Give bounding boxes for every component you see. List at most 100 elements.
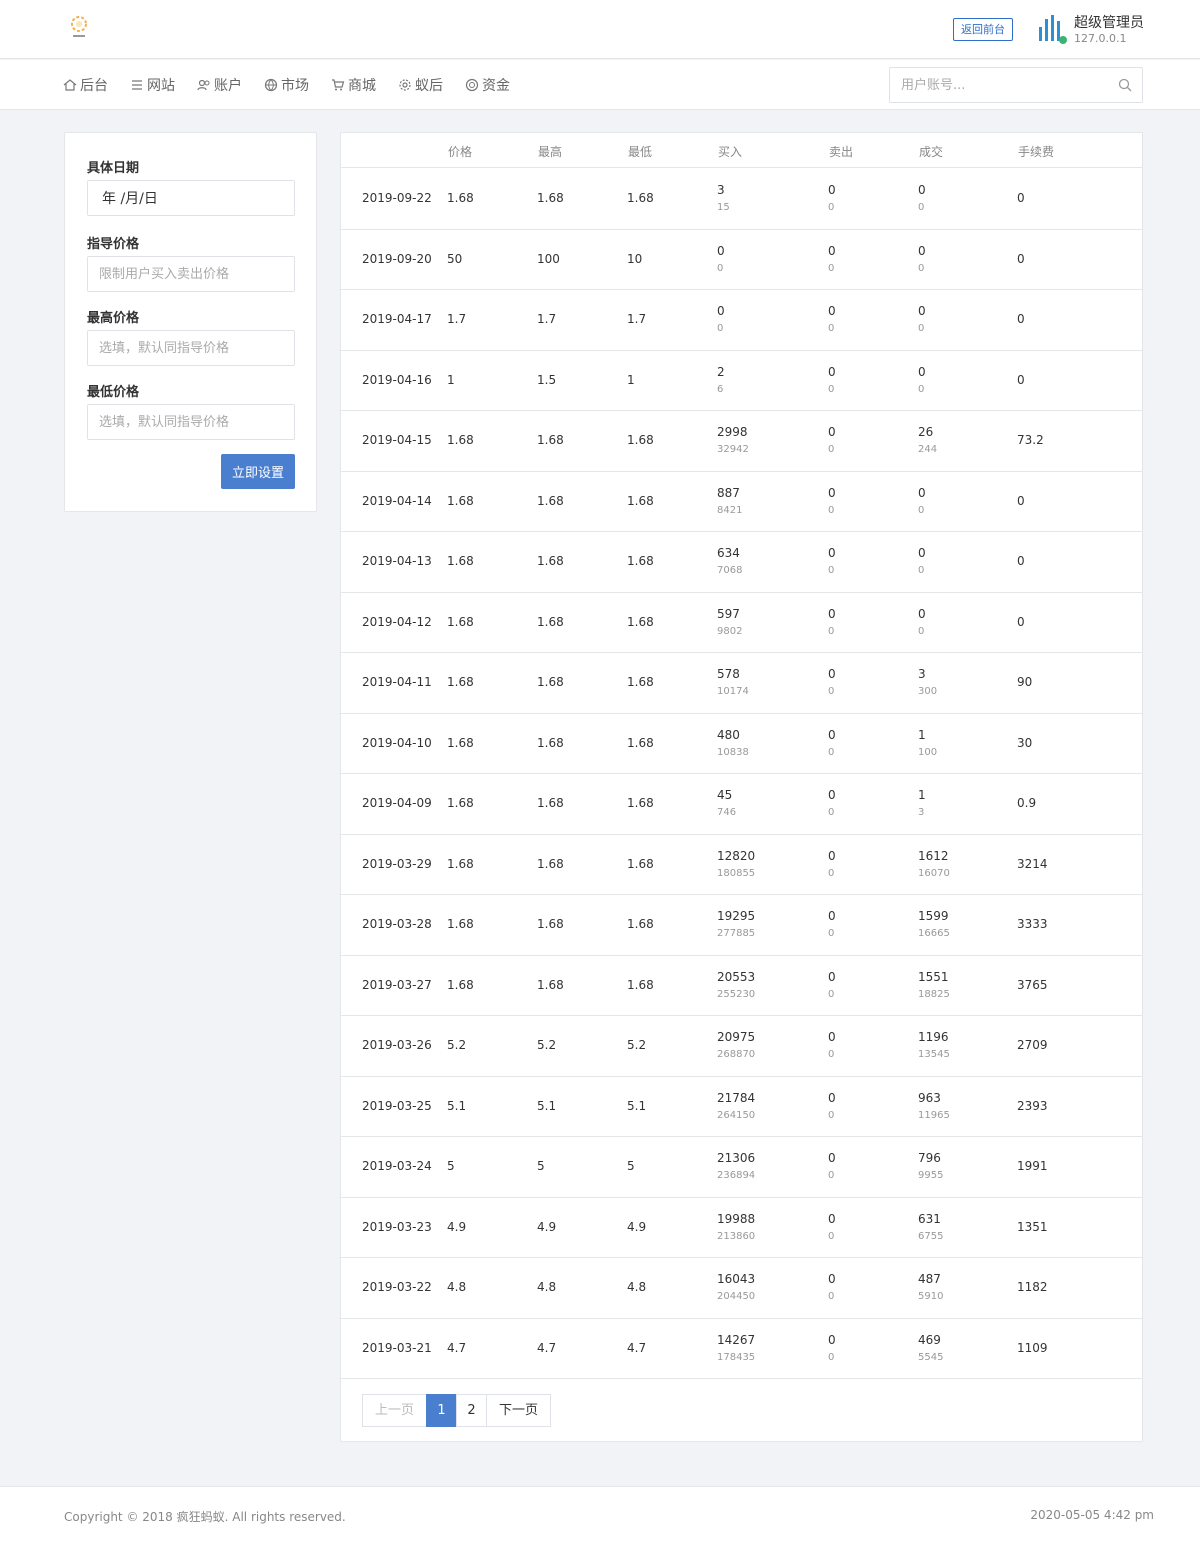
date-label: 具体日期	[87, 161, 140, 176]
cell-sell: 0	[828, 1272, 836, 1286]
nav-item-market[interactable]: 市场	[264, 75, 309, 95]
cell-deal-total: 300	[918, 686, 938, 697]
cell-buy: 0	[717, 243, 725, 258]
admin-name[interactable]: 超级管理员	[1074, 12, 1144, 32]
cell-buy: 597	[717, 606, 740, 621]
cell-sell-total: 0	[828, 867, 835, 879]
nav-menu: 后台 网站 账户 市场 商城 蚁后 资金	[63, 60, 532, 110]
next-page-button[interactable]: 下一页	[486, 1394, 551, 1427]
table-header: 价格 最高 最低 买入 卖出 成交 手续费	[341, 133, 1142, 168]
header-low: 最低	[628, 145, 653, 159]
nav-item-shop[interactable]: 商城	[331, 75, 376, 95]
cell-deal-total: 6755	[918, 1230, 944, 1242]
table-row: 2019-04-14 1.68 1.68 1.68 887 8421 0 0 0 0 0	[341, 472, 1142, 532]
cell-buy: 634	[717, 546, 740, 560]
cell-deal-total: 5545	[918, 1351, 944, 1363]
cell-buy: 887	[717, 485, 740, 500]
header-high: 最高	[538, 145, 563, 159]
cell-low: 1.68	[627, 675, 654, 689]
max-price-field[interactable]	[87, 330, 295, 366]
cell-buy: 19988	[717, 1211, 756, 1226]
cell-price: 5.1	[447, 1098, 467, 1113]
prev-page-button[interactable]: 上一页	[362, 1394, 427, 1427]
cell-deal: 1	[918, 727, 926, 742]
logo-icon	[71, 16, 87, 37]
nav-item-queen[interactable]: 蚁后	[398, 75, 443, 95]
cell-deal: 0	[918, 183, 926, 197]
table-row: 2019-09-20 50 100 10 0 0 0 0 0 0 0	[341, 230, 1142, 290]
cell-buy-total: 236894	[717, 1170, 756, 1181]
admin-avatar[interactable]	[1036, 13, 1068, 45]
cell-high: 5.2	[537, 1038, 557, 1052]
cell-low: 1.68	[627, 856, 654, 871]
date-field[interactable]: 年 /月/日	[87, 180, 295, 216]
cell-fee: 0.9	[1017, 796, 1037, 810]
cell-deal: 1551	[918, 969, 949, 984]
cell-high: 1.68	[537, 675, 564, 689]
cell-fee: 0	[1017, 251, 1025, 266]
table-row: 2019-03-21 4.7 4.7 4.7 14267 178435 0 0 469 5545 1…	[341, 1319, 1142, 1379]
cell-sell: 0	[828, 485, 836, 500]
cell-sell: 0	[828, 969, 836, 984]
cell-deal: 0	[918, 304, 926, 318]
cell-date: 2019-09-22	[362, 191, 432, 205]
cell-buy-total: 204450	[717, 1291, 756, 1302]
cell-sell: 0	[828, 1332, 836, 1347]
cell-sell: 0	[828, 909, 836, 923]
cell-fee: 1991	[1017, 1159, 1048, 1173]
user-search	[889, 67, 1143, 103]
page-2-button[interactable]: 2	[456, 1394, 487, 1427]
cell-date: 2019-03-24	[362, 1159, 432, 1173]
cell-buy-total: 10174	[717, 686, 749, 697]
cell-low: 1.68	[627, 191, 654, 205]
cell-fee: 3333	[1017, 917, 1048, 931]
cell-price: 50	[447, 251, 463, 266]
cell-sell-total: 0	[828, 928, 835, 939]
cell-sell: 0	[828, 546, 836, 560]
cell-low: 1.68	[627, 433, 654, 447]
cell-fee: 0	[1017, 554, 1025, 568]
cell-deal-total: 16070	[918, 867, 950, 879]
cell-buy-total: 178435	[717, 1351, 756, 1363]
submit-button[interactable]: 立即设置	[221, 454, 295, 489]
min-price-field[interactable]	[87, 404, 295, 440]
cell-low: 5.1	[627, 1098, 647, 1113]
cell-sell: 0	[828, 425, 836, 439]
page-1-button[interactable]: 1	[426, 1394, 457, 1427]
guide-price-field[interactable]	[87, 256, 295, 292]
min-price-label: 最低价格	[87, 385, 140, 400]
header-fee: 手续费	[1018, 145, 1055, 159]
cell-sell: 0	[828, 1151, 836, 1165]
cell-deal-total: 0	[918, 625, 925, 637]
cell-fee: 0	[1017, 493, 1025, 508]
nav-item-funds[interactable]: 资金	[465, 75, 510, 95]
search-button[interactable]	[1118, 78, 1132, 96]
cell-price: 1.68	[447, 614, 474, 629]
cell-high: 1.68	[537, 191, 564, 205]
cell-fee: 2393	[1017, 1098, 1048, 1113]
cell-low: 4.9	[627, 1219, 647, 1234]
nav-item-dashboard[interactable]: 后台	[63, 75, 108, 95]
cell-deal-total: 18825	[918, 988, 950, 1000]
cell-buy-total: 180855	[717, 867, 756, 879]
cell-date: 2019-03-29	[362, 856, 432, 871]
table-row: 2019-03-23 4.9 4.9 4.9 19988 213860 0 0 631 6755 1…	[341, 1198, 1142, 1258]
cell-buy-total: 264150	[717, 1109, 756, 1121]
logo[interactable]	[68, 14, 90, 42]
search-input[interactable]	[890, 68, 1100, 102]
nav-item-website[interactable]: 网站	[130, 75, 175, 95]
date-value: 年 /月/日	[102, 191, 158, 207]
price-settings-panel: 具体日期 年 /月/日 指导价格 最高价格 最低价格 立即设置	[64, 132, 317, 512]
nav-item-accounts[interactable]: 账户	[197, 75, 242, 95]
cell-high: 4.8	[537, 1280, 557, 1294]
cell-sell: 0	[828, 304, 836, 318]
cell-date: 2019-04-11	[362, 675, 432, 689]
nav-item-label: 后台	[80, 78, 108, 94]
cell-date: 2019-03-28	[362, 917, 432, 931]
cell-date: 2019-09-20	[362, 251, 432, 266]
footer: Copyright © 2018 疯狂蚂蚁. All rights reserv…	[0, 1486, 1200, 1543]
cell-high: 5	[537, 1159, 545, 1173]
cell-buy-total: 0	[717, 323, 724, 334]
back-to-front-button[interactable]: 返回前台	[953, 18, 1013, 41]
coin-icon	[465, 78, 479, 92]
